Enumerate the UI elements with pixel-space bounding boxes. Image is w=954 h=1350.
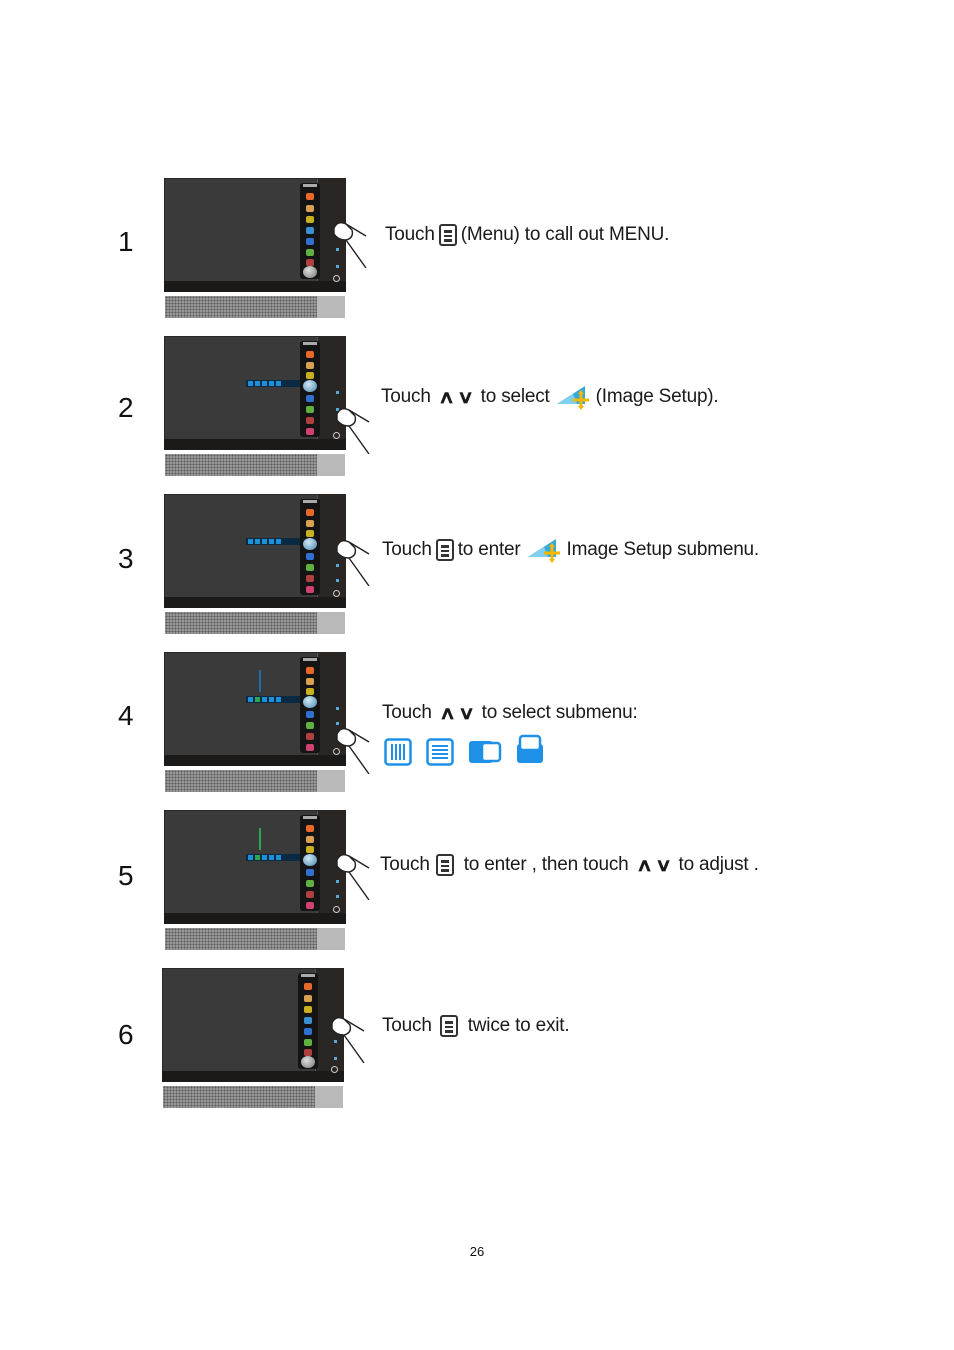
finger-touch-icon bbox=[336, 407, 370, 454]
monitor-illustration bbox=[164, 810, 346, 952]
clock-icon bbox=[469, 741, 502, 763]
image-setup-icon bbox=[556, 386, 589, 410]
instruction-text: Touch (Menu) to call out MENU. bbox=[385, 224, 670, 246]
finger-touch-icon bbox=[336, 853, 370, 900]
power-icon bbox=[333, 906, 340, 913]
monitor-illustration bbox=[164, 336, 346, 478]
up-arrow-icon: ∧ bbox=[635, 854, 653, 875]
monitor-illustration bbox=[164, 652, 346, 794]
instruction-text: Touch to enter , then touch ∧ ∨ to adjus… bbox=[380, 854, 759, 876]
osd-main-menu bbox=[300, 183, 320, 279]
osd-main-menu bbox=[300, 657, 320, 753]
monitor-illustration bbox=[164, 178, 346, 320]
instruction-text: Touch ∧ ∨ to select (Image Setup). bbox=[381, 384, 719, 410]
finger-touch-icon bbox=[336, 539, 370, 586]
osd-main-menu bbox=[300, 499, 320, 595]
monitor-illustration bbox=[164, 494, 346, 636]
down-arrow-icon: ∨ bbox=[654, 854, 672, 875]
down-arrow-icon: ∨ bbox=[456, 386, 474, 407]
finger-touch-icon bbox=[333, 221, 367, 268]
power-icon bbox=[331, 1066, 338, 1073]
step-number: 6 bbox=[118, 1019, 134, 1050]
up-arrow-icon: ∧ bbox=[437, 386, 455, 407]
instruction-text: Touch twice to exit. bbox=[382, 1015, 570, 1037]
osd-main-menu bbox=[300, 341, 320, 437]
osd-main-menu bbox=[298, 973, 318, 1069]
power-icon bbox=[333, 590, 340, 597]
step-number: 4 bbox=[118, 700, 134, 731]
vertical-position-icon bbox=[426, 738, 454, 766]
power-icon bbox=[333, 275, 340, 282]
instruction-text: Touch ∧ ∨ to select submenu: bbox=[382, 702, 638, 723]
image-setup-icon bbox=[527, 539, 560, 563]
menu-button-icon bbox=[438, 224, 457, 246]
finger-touch-icon bbox=[331, 1016, 365, 1063]
step-number: 5 bbox=[118, 860, 134, 891]
menu-button-icon bbox=[439, 1015, 458, 1037]
horizontal-position-icon bbox=[384, 738, 412, 766]
monitor-illustration bbox=[162, 968, 344, 1110]
down-arrow-icon: ∨ bbox=[457, 702, 475, 723]
instruction-text: Touch to enter Image Setup submenu. bbox=[382, 537, 759, 563]
osd-main-menu bbox=[300, 815, 320, 911]
menu-button-icon bbox=[435, 854, 454, 876]
submenu-icons bbox=[384, 734, 544, 766]
up-arrow-icon: ∧ bbox=[438, 702, 456, 723]
focus-icon bbox=[517, 734, 543, 763]
finger-touch-icon bbox=[336, 727, 370, 774]
step-number: 1 bbox=[118, 226, 134, 257]
page-number: 26 bbox=[469, 1244, 485, 1259]
menu-button-icon bbox=[435, 539, 454, 561]
step-number: 3 bbox=[118, 543, 134, 574]
step-number: 2 bbox=[118, 392, 134, 423]
